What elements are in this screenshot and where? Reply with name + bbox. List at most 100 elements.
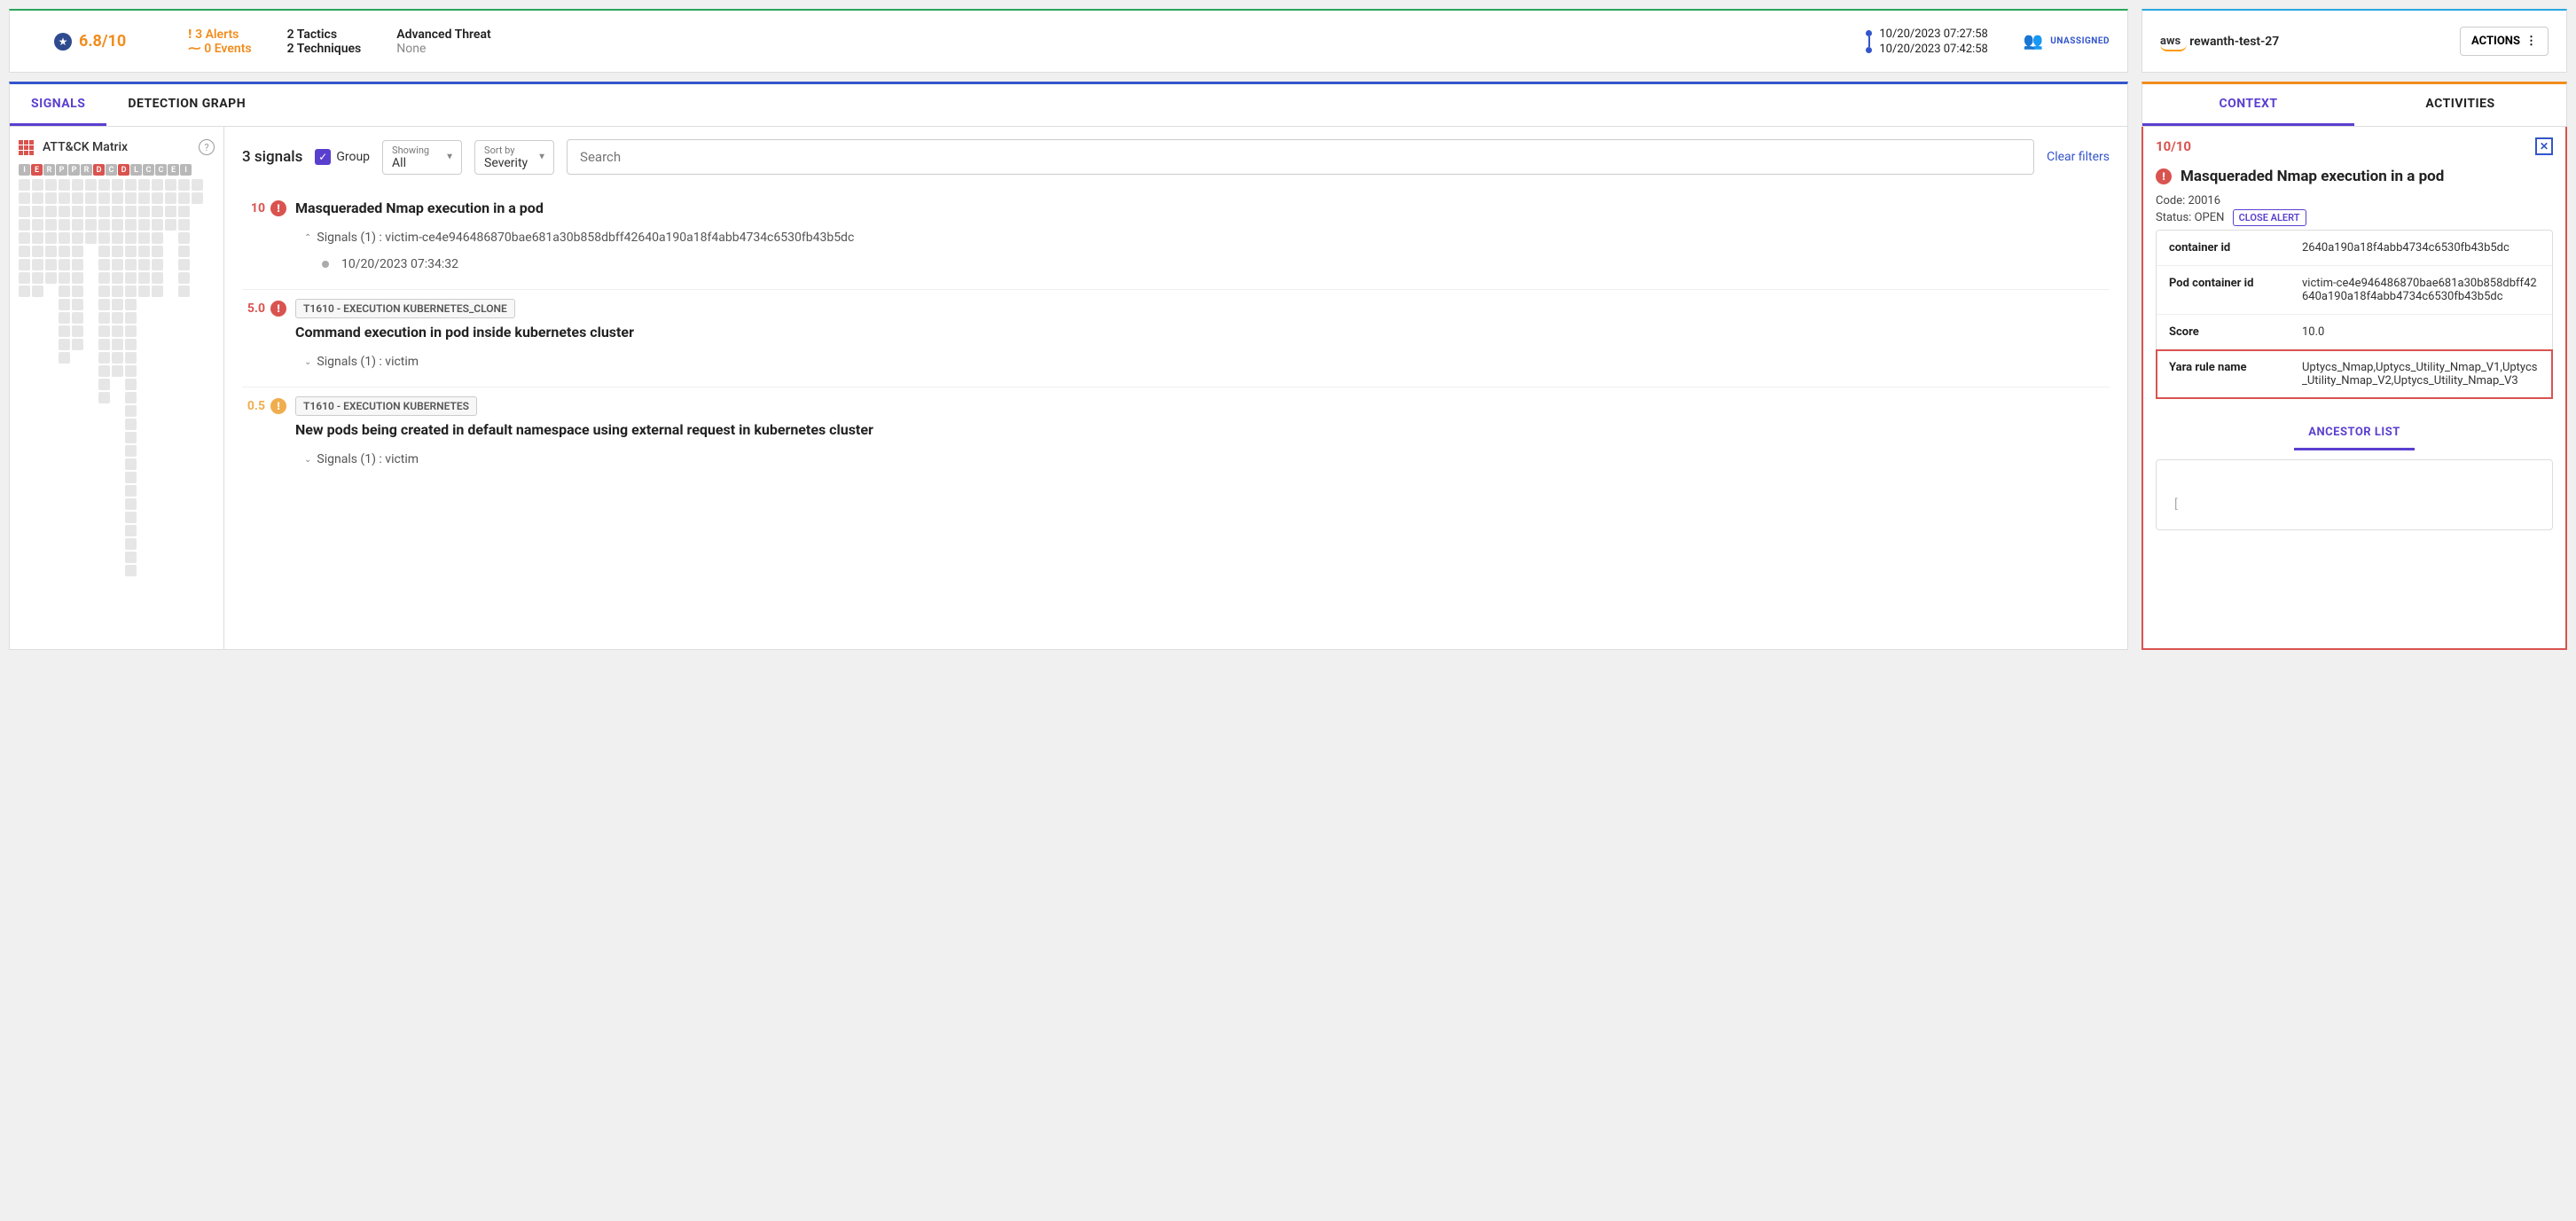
detail-code: Code: 20016: [2156, 194, 2553, 207]
matrix-col-L: L: [130, 164, 142, 176]
alerts-count[interactable]: ! 3 Alerts: [188, 27, 251, 42]
threat-info: Advanced Threat None: [379, 20, 1848, 63]
severity-icon: !: [270, 301, 286, 317]
matrix-col-C: C: [143, 164, 154, 176]
search-input[interactable]: [567, 139, 2034, 175]
tactics-count: 2 Tactics: [287, 27, 362, 42]
matrix-col-E: E: [31, 164, 43, 176]
detail-row: container id 2640a190a18f4abb4734c6530fb4…: [2157, 231, 2552, 266]
dot-icon: [322, 261, 329, 268]
main-tabs: SIGNALS DETECTION GRAPH: [9, 82, 2128, 127]
techniques-count: 2 Techniques: [287, 42, 362, 56]
technique-tag: T1610 - EXECUTION KUBERNETES: [295, 396, 477, 416]
account-header: aws rewanth-test-27 ACTIONS ⋮: [2141, 9, 2567, 73]
showing-dropdown[interactable]: Showing All ▼: [382, 140, 462, 175]
matrix-col-R: R: [43, 164, 55, 176]
close-icon[interactable]: ✕: [2535, 137, 2553, 155]
ancestor-tabs: ANCESTOR LIST: [2156, 417, 2553, 450]
signal-title: New pods being created in default namesp…: [295, 421, 2110, 438]
tab-detection-graph[interactable]: DETECTION GRAPH: [106, 84, 267, 126]
matrix-col-I: I: [180, 164, 192, 176]
detail-row: Pod container id victim-ce4e946486870bae6…: [2157, 266, 2552, 315]
signal-subgroup[interactable]: ⌄Signals (1) : victim: [304, 355, 2110, 369]
score-value: 6.8/10: [79, 32, 126, 51]
signal-item[interactable]: 0.5!T1610 - EXECUTION KUBERNETESNew pods…: [242, 387, 2110, 484]
attack-matrix-panel: ATT&CK Matrix ? IERPPRDCDLCCEI: [10, 127, 224, 649]
detail-key: Yara rule name: [2169, 361, 2293, 387]
technique-tag: T1610 - EXECUTION KUBERNETES_CLONE: [295, 299, 515, 318]
matrix-icon: [19, 140, 34, 155]
account-name: rewanth-test-27: [2189, 35, 2279, 49]
threat-title: Advanced Threat: [396, 27, 1830, 42]
kebab-icon: ⋮: [2525, 35, 2537, 48]
assignment[interactable]: 👥 UNASSIGNED: [2006, 25, 2127, 58]
chevron-down-icon: ▼: [537, 153, 546, 162]
detail-key: container id: [2169, 241, 2293, 254]
chevron-up-icon: ⌃: [304, 233, 311, 243]
group-label: Group: [336, 150, 370, 164]
signal-subgroup[interactable]: ⌄Signals (1) : victim: [304, 452, 2110, 466]
clear-filters[interactable]: Clear filters: [2047, 150, 2110, 164]
signal-subgroup[interactable]: ⌃Signals (1) : victim-ce4e946486870bae68…: [304, 231, 2110, 245]
tab-signals[interactable]: SIGNALS: [10, 84, 106, 126]
detail-value: 10.0: [2302, 325, 2540, 339]
tab-activities[interactable]: ACTIVITIES: [2354, 84, 2566, 126]
signals-panel: 3 signals ✓ Group Showing All ▼ Sort by …: [224, 127, 2127, 649]
tactics-techniques: 2 Tactics 2 Techniques: [270, 20, 380, 63]
close-alert-button[interactable]: CLOSE ALERT: [2233, 209, 2306, 226]
detail-value: Uptycs_Nmap,Uptycs_Utility_Nmap_V1,Uptyc…: [2302, 361, 2540, 387]
matrix-header-row: IERPPRDCDLCCEI: [19, 164, 215, 176]
detail-score: 10/10: [2156, 138, 2191, 154]
severity-icon: !: [270, 398, 286, 414]
timeline-entry: 10/20/2023 07:34:32: [322, 257, 2110, 271]
assignment-label: UNASSIGNED: [2050, 36, 2110, 46]
threat-subtitle: None: [396, 42, 1830, 56]
pulse-icon: ⁓: [188, 42, 200, 56]
matrix-col-P: P: [56, 164, 67, 176]
matrix-col-E: E: [168, 164, 179, 176]
timeline-icon: [1866, 30, 1872, 53]
detail-title: Masqueraded Nmap execution in a pod: [2181, 168, 2444, 185]
alert-icon: !: [2156, 168, 2172, 184]
matrix-col-C: C: [106, 164, 117, 176]
matrix-col-P: P: [68, 164, 80, 176]
star-icon: ★: [54, 33, 72, 51]
chevron-down-icon: ⌄: [304, 455, 311, 465]
chevron-down-icon: ▼: [445, 153, 454, 162]
detail-key: Score: [2169, 325, 2293, 339]
signal-item[interactable]: 10!Masqueraded Nmap execution in a pod⌃S…: [242, 191, 2110, 289]
tab-context[interactable]: CONTEXT: [2142, 84, 2354, 126]
detail-value: victim-ce4e946486870bae681a30b858dbff426…: [2302, 277, 2540, 303]
chevron-down-icon: ⌄: [304, 357, 311, 367]
matrix-col-C: C: [155, 164, 167, 176]
group-checkbox[interactable]: ✓ Group: [315, 149, 370, 165]
alerts-events: ! 3 Alerts ⁓ 0 Events: [170, 20, 269, 63]
time-end: 10/20/2023 07:42:58: [1879, 43, 1988, 56]
matrix-col-R: R: [81, 164, 92, 176]
signal-title: Masqueraded Nmap execution in a pod: [295, 200, 544, 216]
detail-table: container id 2640a190a18f4abb4734c6530fb4…: [2156, 230, 2553, 399]
risk-score: ★ 6.8/10: [10, 25, 170, 58]
signal-item[interactable]: 5.0!T1610 - EXECUTION KUBERNETES_CLONECo…: [242, 289, 2110, 387]
detail-panel: 10/10 ✕ ! Masqueraded Nmap execution in …: [2141, 127, 2567, 650]
detail-key: Pod container id: [2169, 277, 2293, 303]
summary-header: ★ 6.8/10 ! 3 Alerts ⁓ 0 Events 2 Tactics…: [9, 9, 2128, 73]
detail-status: Status: OPEN CLOSE ALERT: [2156, 211, 2553, 224]
people-icon: 👥: [2024, 32, 2043, 51]
detail-row: Score 10.0: [2157, 315, 2552, 350]
detail-value: 2640a190a18f4abb4734c6530fb43b5dc: [2302, 241, 2540, 254]
aws-icon: aws: [2160, 35, 2181, 48]
help-icon[interactable]: ?: [199, 139, 215, 155]
tab-ancestor-list[interactable]: ANCESTOR LIST: [2294, 417, 2415, 450]
matrix-col-D: D: [118, 164, 129, 176]
actions-button[interactable]: ACTIONS ⋮: [2460, 27, 2549, 56]
matrix-col-D: D: [93, 164, 105, 176]
matrix-col-I: I: [19, 164, 30, 176]
ancestor-body: [: [2156, 459, 2553, 530]
time-range: 10/20/2023 07:27:58 10/20/2023 07:42:58: [1848, 20, 2006, 63]
events-count[interactable]: ⁓ 0 Events: [188, 42, 251, 56]
detail-row: Yara rule name Uptycs_Nmap,Uptycs_Utility…: [2157, 350, 2552, 398]
checkbox-icon: ✓: [315, 149, 331, 165]
context-tabs: CONTEXT ACTIVITIES: [2141, 82, 2567, 127]
sortby-dropdown[interactable]: Sort by Severity ▼: [474, 140, 554, 175]
